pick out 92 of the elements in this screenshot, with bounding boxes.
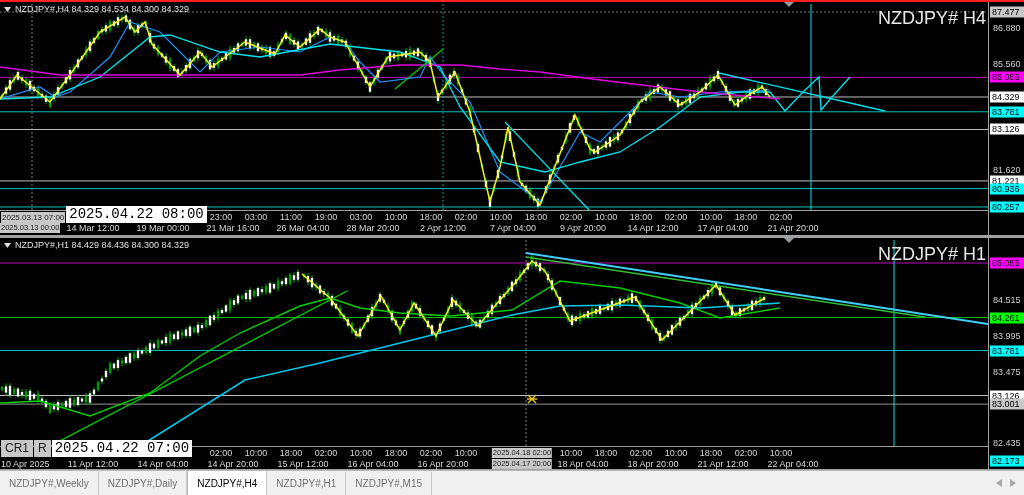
time-axis-label: 02:00 (419, 448, 443, 458)
time-axis-label: 15 Apr 12:00 (277, 459, 329, 469)
triangle-marker-icon (784, 2, 794, 7)
price-tag: 83.781 (990, 345, 1024, 356)
time-axis-label: 2 Apr 12:00 (420, 223, 466, 233)
time-axis-label: 14 Apr 04:00 (137, 459, 189, 469)
cross-marker-icon (526, 394, 538, 404)
time-axis-label: 7 Apr 04:00 (490, 223, 536, 233)
time-axis-label: 14 Apr 20:00 (207, 459, 259, 469)
time-axis-label: 19 Mar 00:00 (136, 223, 190, 233)
time-axis-label: 02:00 (734, 448, 758, 458)
time-axis-label: 18:00 (734, 212, 758, 222)
time-axis-label: 9 Apr 20:00 (560, 223, 606, 233)
time-axis-label: 11 Apr 12:00 (67, 459, 119, 469)
time-axis-label: 26 Mar 04:00 (276, 223, 330, 233)
time-axis-label: 10:00 (244, 448, 268, 458)
time-axis-label: 10:00 (454, 448, 478, 458)
time-axis-label: 19:00 (314, 212, 338, 222)
time-axis-label: 10:00 (664, 448, 688, 458)
crosshair-time-label: 2025.04.22 07:00 (51, 440, 193, 457)
time-axis-label: 18:00 (699, 448, 723, 458)
time-axis-label: 02:00 (629, 448, 653, 458)
time-axis-label: 14 Apr 12:00 (627, 223, 679, 233)
time-axis-label: 21 Apr 12:00 (697, 459, 749, 469)
price-tag: 83.126 (990, 123, 1024, 135)
price-axis-label: 83.995 (993, 330, 1021, 342)
time-axis-label: 18:00 (524, 212, 548, 222)
price-axis-label: 86.880 (993, 22, 1021, 34)
price-axis-label: 84.515 (993, 294, 1021, 306)
chart-tab[interactable]: NZDJPY#,H4 (187, 471, 268, 495)
chart-title: NZDJPY# H4 (877, 8, 986, 29)
time-axis-label: 03:00 (244, 212, 268, 222)
time-axis-label: 02:00 (769, 212, 793, 222)
time-axis-label: 18:00 (384, 448, 408, 458)
time-axis-label: 02:00 (209, 448, 233, 458)
dropdown-triangle-icon[interactable] (4, 6, 11, 12)
time-axis-label: 22 Apr 04:00 (767, 459, 819, 469)
time-axis-label: 16 Apr 20:00 (417, 459, 469, 469)
time-axis-label: 10:00 (559, 448, 583, 458)
time-axis-label: 10:00 (349, 448, 373, 458)
chart-header: NZDJPY#,H1 84.429 84.436 84.300 84.329 (15, 240, 190, 250)
time-axis-label: 02:00 (454, 212, 478, 222)
price-tag: 82.173 (990, 455, 1024, 467)
time-axis-label: 02:00 (664, 212, 688, 222)
chart-tab[interactable]: NZDJPY#,H1 (267, 471, 347, 495)
price-axis-label: 85.560 (993, 58, 1021, 70)
price-axis-label: 83.475 (993, 366, 1021, 378)
price-tag: 85.055 (990, 71, 1024, 83)
time-axis-label: 18:00 (594, 448, 618, 458)
time-axis-label: 10:00 (384, 212, 408, 222)
price-axis-label: 82.435 (993, 437, 1021, 449)
price-tag: 83.001 (990, 398, 1024, 410)
time-axis-label: 02:00 (559, 212, 583, 222)
crosshair-label: R (34, 440, 51, 457)
time-axis-label: 11:00 (280, 212, 302, 222)
price-tag: 83.781 (990, 106, 1024, 118)
time-axis-label: 18 Apr 20:00 (627, 459, 679, 469)
price-tag: 85.055 (990, 257, 1024, 269)
time-axis-label: 10:00 (769, 448, 793, 458)
time-axis-label: 18:00 (419, 212, 443, 222)
chart-tab[interactable]: NZDJPY#,M15 (346, 471, 433, 495)
time-axis-label: 02:00 (314, 448, 338, 458)
time-axis-label: 21 Mar 16:00 (206, 223, 260, 233)
time-axis-label: 18 Apr 04:00 (557, 459, 609, 469)
chart-title: NZDJPY# H1 (877, 244, 986, 265)
trend-line (394, 48, 444, 90)
chart-header: NZDJPY#,H4 84.329 84.534 84.300 84.329 (15, 4, 190, 14)
crosshair-time-label: 2025.03.13 07:00 (1, 212, 66, 223)
time-axis-label: 03:00 (349, 212, 373, 222)
time-axis-label: 18:00 (629, 212, 653, 222)
time-axis-label: 18:00 (279, 448, 303, 458)
price-tag: 87.477 (990, 6, 1024, 18)
time-axis-label: 17 Apr 04:00 (697, 223, 749, 233)
crosshair-time-label: 2025.04.22 08:00 (66, 206, 207, 223)
time-axis-label: 16 Apr 04:00 (347, 459, 399, 469)
time-axis-label: 23:00 (209, 212, 233, 222)
time-axis-label: 21 Apr 20:00 (767, 223, 819, 233)
chart-tab[interactable]: NZDJPY#,Weekly (0, 471, 99, 495)
price-tag: 84.261 (990, 312, 1024, 324)
time-axis-label: 14 Mar 12:00 (66, 223, 120, 233)
time-axis-label: 10:00 (594, 212, 618, 222)
triangle-marker-icon (784, 238, 794, 243)
crosshair-label: CR1 (1, 440, 33, 457)
price-tag: 80.936 (990, 183, 1024, 195)
price-tag: 84.329 (990, 91, 1024, 103)
time-axis-label: 28 Mar 20:00 (346, 223, 400, 233)
price-tag: 80.257 (990, 201, 1024, 213)
time-axis-label: 10 Apr 2025 (0, 459, 51, 469)
price-axis-label: 81.620 (993, 164, 1021, 176)
time-axis-label: 10:00 (699, 212, 723, 222)
time-axis-label: 10:00 (489, 212, 513, 222)
dropdown-triangle-icon[interactable] (4, 242, 11, 248)
